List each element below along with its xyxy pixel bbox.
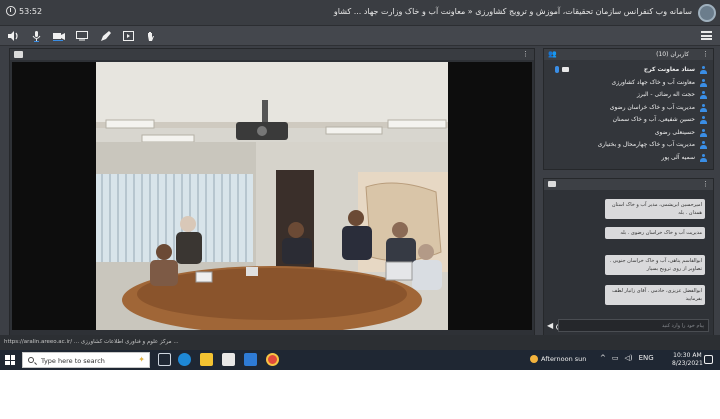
chevron-up-icon[interactable]: ^ (600, 354, 606, 362)
camera-icon (562, 67, 569, 72)
network-icon[interactable]: ▭ (612, 354, 619, 362)
microphone-icon[interactable] (29, 29, 43, 43)
present-icon[interactable] (121, 29, 135, 43)
page-margin (0, 370, 720, 419)
person-icon (700, 116, 707, 124)
attendee-name: ستاد معاونت کرج (643, 66, 695, 73)
timer-value: 53:52 (19, 6, 43, 16)
sun-icon (530, 355, 538, 363)
weather-widget[interactable]: Afternoon sun (530, 355, 586, 363)
title-bar: سامانه وب کنفرانس سازمان تحقیقات، آموزش … (0, 0, 720, 26)
menu-icon[interactable] (701, 31, 712, 40)
people-icon: 👥 (548, 50, 557, 58)
meeting-room-video-frame (96, 62, 448, 330)
chat-pod: ⋮ امیرحسین ابریشمی، مدیر آب و خاک استان … (543, 178, 714, 336)
windows-start-icon[interactable] (5, 355, 15, 365)
chrome-icon[interactable] (266, 353, 279, 366)
attendee-name: حسینعلی رضوی (654, 128, 695, 136)
attendees-pod: 👥 کاربران (10) ⋮ ستاد معاونت کرج معاونت … (543, 48, 714, 170)
mail-icon[interactable] (244, 353, 257, 366)
windows-taskbar: Type here to search ✦ Afternoon sun ^ ▭ … (0, 350, 720, 370)
attendee-item[interactable]: حسینعلی رضوی (547, 127, 707, 140)
chat-message: امیرحسین ابریشمی، مدیر آب و خاک استان هم… (605, 199, 705, 219)
attendee-item[interactable]: معاونت آب و خاک جهاد کشاورزی (547, 77, 707, 90)
store-icon[interactable] (222, 353, 235, 366)
system-tray: ^ ▭ ◁) ENG (600, 354, 654, 362)
raise-hand-icon[interactable] (144, 29, 158, 43)
person-icon (700, 66, 707, 74)
session-timer: 53:52 (6, 6, 42, 16)
pen-icon[interactable] (98, 29, 112, 43)
letterbox-right (446, 62, 532, 330)
notification-icon[interactable] (704, 355, 713, 364)
attendee-name: حسین شفیعی، آب و خاک سمنان (612, 116, 695, 123)
attendee-name: سمیه آلی پور (661, 153, 695, 161)
attendee-item[interactable]: مدیریت آب و خاک خراسان رضوی (547, 102, 707, 115)
send-icon[interactable]: ◀ (547, 321, 553, 330)
attendees-count: کاربران (10) (656, 51, 689, 58)
status-url: https://aralin.areeo.ac.ir/ ... مرکز علو… (4, 339, 179, 345)
attendee-item[interactable]: ستاد معاونت کرج (547, 64, 707, 77)
letterbox-left (12, 62, 96, 330)
web-conference-window: سامانه وب کنفرانس سازمان تحقیقات، آموزش … (0, 0, 720, 350)
attendee-item[interactable]: حسین شفیعی، آب و خاک سمنان (547, 114, 707, 127)
attendees-list: ستاد معاونت کرج معاونت آب و خاک جهاد کشا… (547, 64, 707, 164)
pod-options-icon[interactable]: ⋮ (702, 50, 709, 58)
chat-icon (548, 181, 556, 187)
attendee-name: معاونت آب و خاک جهاد کشاورزی (611, 78, 695, 86)
chat-header: ⋮ (544, 179, 713, 190)
toolbar (0, 26, 720, 46)
attendees-header: 👥 کاربران (10) ⋮ (544, 49, 713, 60)
person-icon (700, 91, 707, 99)
volume-icon[interactable]: ◁) (625, 354, 633, 362)
clock-date: 8/23/2021 (672, 360, 703, 367)
taskbar-search[interactable]: Type here to search ✦ (22, 352, 150, 368)
chat-input[interactable]: پیام خود را وارد کنید (558, 319, 709, 332)
attendee-item[interactable]: مدیریت آب و خاک چهارمحال و بختیاری (547, 139, 707, 152)
microphone-icon (555, 66, 559, 73)
attendee-name: مدیریت آب و خاک چهارمحال و بختیاری (597, 141, 695, 148)
video-stream[interactable] (12, 62, 532, 330)
window-title: سامانه وب کنفرانس سازمان تحقیقات، آموزش … (333, 7, 692, 16)
clock-icon (6, 6, 16, 16)
weather-text: Afternoon sun (541, 355, 587, 363)
chat-message: مدیریت آب و خاک خراسان رضوی . بله (605, 227, 705, 239)
edge-icon[interactable] (178, 353, 191, 366)
language-indicator[interactable]: ENG (639, 354, 654, 362)
attendee-item[interactable]: سمیه آلی پور (547, 152, 707, 165)
file-explorer-icon[interactable] (200, 353, 213, 366)
search-placeholder: Type here to search (41, 357, 105, 365)
person-icon (700, 78, 707, 87)
person-icon (700, 141, 707, 149)
attendee-name: حجت اله رضائی - البرز (637, 91, 695, 98)
app-logo (698, 4, 716, 22)
pod-options-icon[interactable]: ⋮ (702, 180, 709, 188)
camera-icon (14, 51, 23, 58)
chat-message: ابوالقاسم پناهی، آب و خاک خراسان جنوبی .… (605, 255, 705, 275)
person-icon (700, 128, 707, 137)
person-icon (700, 103, 707, 112)
search-icon (28, 357, 34, 363)
screen-share-icon[interactable] (75, 29, 89, 43)
task-view-icon[interactable] (158, 353, 171, 366)
taskbar-clock[interactable]: 10:30 AM 8/23/2021 (672, 352, 703, 368)
search-highlight-icon: ✦ (138, 355, 145, 364)
person-icon (700, 153, 707, 162)
attendee-item[interactable]: حجت اله رضائی - البرز (547, 89, 707, 102)
speaker-icon[interactable] (6, 29, 20, 43)
attendee-name: مدیریت آب و خاک خراسان رضوی (609, 103, 695, 111)
camera-icon[interactable] (52, 29, 66, 43)
video-pod: ⋮ (9, 48, 535, 336)
pod-options-icon[interactable]: ⋮ (522, 50, 529, 58)
clock-time: 10:30 AM (673, 352, 702, 359)
chat-message: ابوالفضل عزیزی، خادمی . آقای زانیار لطف … (605, 285, 705, 305)
video-pod-header: ⋮ (10, 49, 534, 60)
